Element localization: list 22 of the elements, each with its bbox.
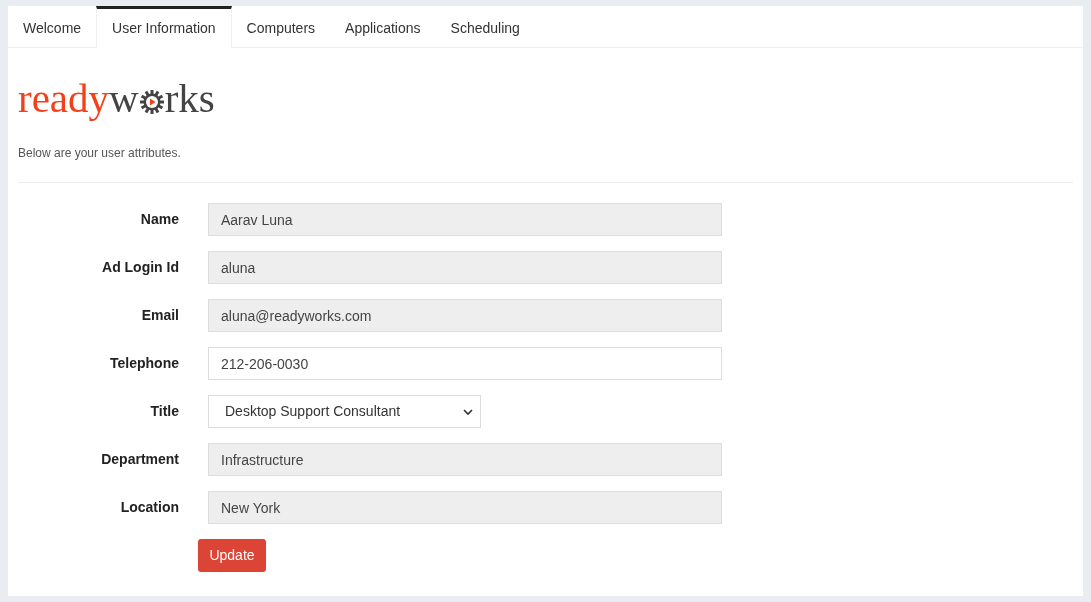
- intro-text: Below are your user attributes.: [18, 145, 181, 162]
- text-field[interactable]: aluna@readyworks.com: [208, 299, 722, 332]
- field-label: Location: [120, 498, 179, 517]
- tab[interactable]: Scheduling: [435, 6, 535, 48]
- field-label: Telephone: [110, 354, 179, 373]
- field-label: Email: [141, 306, 179, 325]
- tab[interactable]: User Information: [96, 6, 232, 48]
- update-button[interactable]: Update: [198, 539, 266, 572]
- tab[interactable]: Welcome: [8, 6, 97, 48]
- field-label: Department: [101, 450, 179, 469]
- title-dropdown[interactable]: Desktop Support Consultant: [208, 395, 481, 428]
- logo: readyw rks: [18, 76, 215, 120]
- tab[interactable]: Applications: [330, 6, 436, 48]
- text-field[interactable]: 212-206-0030: [208, 347, 722, 380]
- text-field[interactable]: Aarav Luna: [208, 203, 722, 236]
- field-label: Name: [140, 210, 179, 229]
- text-field[interactable]: Infrastructure: [208, 443, 722, 476]
- text-field[interactable]: aluna: [208, 251, 722, 284]
- field-label: Title: [150, 402, 179, 421]
- tab[interactable]: Computers: [231, 6, 331, 48]
- field-label: Ad Login Id: [102, 258, 179, 277]
- text-field[interactable]: New York: [208, 491, 722, 524]
